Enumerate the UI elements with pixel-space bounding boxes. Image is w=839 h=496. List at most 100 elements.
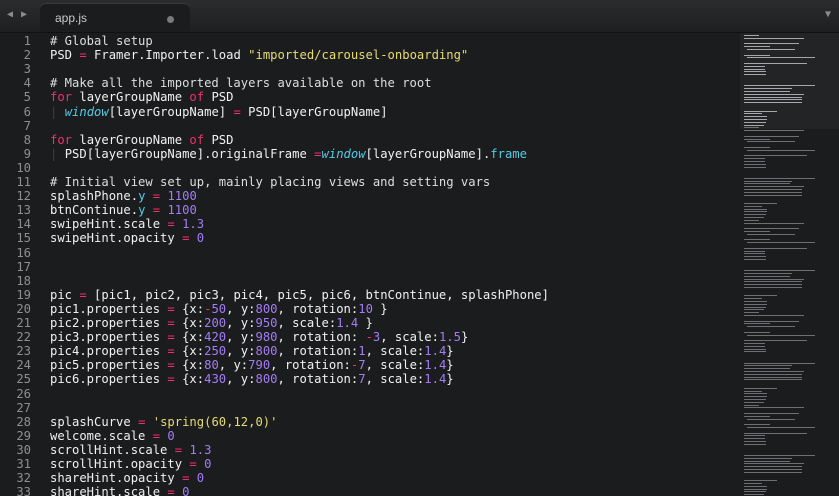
code-token: 800 (255, 301, 278, 316)
code-token: swipeHint.opacity (50, 231, 183, 246)
code-line[interactable]: 28 splashCurve = 'spring(60,12,0)' (0, 415, 738, 430)
tab-forward-icon[interactable]: ▶ (21, 9, 27, 20)
code-line[interactable]: 12 splashPhone.y = 1100 (0, 189, 738, 204)
code-token: scrollHint.opacity (50, 457, 190, 471)
code-text[interactable]: | PSD[layerGroupName].originalFrame =win… (50, 147, 527, 162)
code-line[interactable]: 30 scrollHint.scale = 1.3 (0, 443, 738, 458)
code-line[interactable]: 31 scrollHint.opacity = 0 (0, 457, 738, 472)
code-token: Framer.Importer.load (86, 48, 249, 63)
code-line[interactable]: 15 swipeHint.opacity = 0 (0, 231, 738, 246)
line-number: 28 (16, 414, 31, 429)
code-text[interactable]: # Make all the imported layers available… (50, 76, 432, 91)
code-text[interactable]: swipeHint.opacity = 0 (50, 231, 204, 246)
unsaved-dot-icon[interactable] (167, 16, 174, 23)
minimap-line (744, 116, 768, 118)
code-line[interactable]: 13 btnContinue.y = 1100 (0, 203, 738, 218)
line-number: 24 (16, 358, 31, 373)
tab-menu-icon[interactable]: ▼ (825, 9, 831, 20)
minimap-line (744, 99, 802, 101)
code-text[interactable]: swipeHint.scale = 1.3 (50, 217, 204, 232)
minimap-line (744, 270, 816, 272)
minimap-line (744, 457, 793, 459)
code-line[interactable]: 6 | window[layerGroupName] = PSD[layerGro… (0, 105, 738, 120)
minimap[interactable] (740, 33, 839, 496)
code-token: swipeHint.scale (50, 217, 168, 232)
code-line[interactable]: 7 (0, 119, 738, 134)
minimap-line (744, 488, 768, 490)
code-line[interactable]: 19 pic = [pic1, pic2, pic3, pic4, pic5, p… (0, 288, 738, 303)
code-text[interactable]: splashPhone.y = 1100 (50, 189, 197, 204)
code-text[interactable]: scrollHint.opacity = 0 (50, 457, 211, 472)
code-token: = (79, 48, 87, 63)
code-line[interactable]: 17 (0, 260, 738, 275)
code-line[interactable]: 23 pic4.properties = {x:250, y:800, rotat… (0, 344, 738, 359)
code-line[interactable]: 11 # Initial view set up, mainly placing … (0, 175, 738, 190)
code-line[interactable]: 3 (0, 62, 738, 77)
tab-app-js[interactable]: app.js (40, 4, 190, 32)
code-text[interactable]: pic1.properties = {x:-50, y:800, rotatio… (50, 302, 388, 317)
code-text[interactable]: | window[layerGroupName] = PSD[layerGrou… (50, 105, 388, 120)
code-text[interactable]: btnContinue.y = 1100 (50, 203, 197, 218)
code-token: frame (490, 146, 527, 161)
code-token: } (460, 330, 469, 345)
code-line[interactable]: 8 for layerGroupName of PSD (0, 133, 738, 148)
code-line[interactable]: 24 pic5.properties = {x:80, y:790, rotati… (0, 358, 738, 373)
code-line[interactable]: 1 # Global setup (0, 34, 738, 49)
code-line[interactable]: 18 (0, 274, 738, 289)
code-line[interactable]: 14 swipeHint.scale = 1.3 (0, 217, 738, 232)
line-number: 31 (16, 457, 31, 471)
minimap-viewport[interactable] (740, 33, 839, 129)
tab-back-icon[interactable]: ◀ (7, 9, 13, 20)
minimap-line (744, 348, 767, 350)
code-text[interactable]: for layerGroupName of PSD (50, 133, 233, 148)
code-text[interactable]: pic = [pic1, pic2, pic3, pic4, pic5, pic… (50, 288, 549, 303)
minimap-line (744, 205, 762, 207)
code-line[interactable]: 20 pic1.properties = {x:-50, y:800, rotat… (0, 302, 738, 317)
code-text[interactable]: pic5.properties = {x:80, y:790, rotation… (50, 358, 454, 373)
code-text[interactable]: shareHint.opacity = 0 (50, 471, 204, 486)
code-text[interactable]: pic6.properties = {x:430, y:800, rotatio… (50, 372, 454, 387)
code-token: , y: (226, 301, 256, 316)
code-text[interactable]: PSD = Framer.Importer.load "imported/car… (50, 48, 468, 63)
code-text[interactable]: # Global setup (50, 34, 153, 49)
code-text[interactable]: pic2.properties = {x:200, y:950, scale:1… (50, 316, 373, 331)
line-number: 25 (16, 372, 31, 387)
code-line[interactable]: 4 # Make all the imported layers availabl… (0, 76, 738, 91)
code-token: 0 (182, 485, 190, 496)
code-text[interactable]: pic3.properties = {x:420, y:980, rotatio… (50, 330, 468, 345)
code-line[interactable]: 2 PSD = Framer.Importer.load "imported/ca… (0, 48, 738, 63)
code-line[interactable]: 27 (0, 401, 738, 416)
code-line[interactable]: 5 for layerGroupName of PSD (0, 90, 738, 105)
code-text[interactable]: for layerGroupName of PSD (50, 90, 233, 105)
code-line[interactable]: 22 pic3.properties = {x:420, y:980, rotat… (0, 330, 738, 345)
code-text[interactable]: splashCurve = 'spring(60,12,0)' (50, 415, 278, 430)
code-token: 1.4 (336, 316, 359, 330)
code-token: } (446, 358, 454, 373)
code-token: 790 (248, 358, 271, 373)
code-text[interactable]: welcome.scale = 0 (50, 429, 175, 444)
code-token: , y: (226, 316, 256, 330)
code-token: 0 (196, 471, 205, 486)
code-text[interactable]: scrollHint.scale = 1.3 (50, 443, 211, 458)
code-line[interactable]: 26 (0, 387, 738, 402)
minimap-line (744, 469, 802, 470)
code-text[interactable]: # Initial view set up, mainly placing vi… (50, 175, 490, 190)
code-token: , y: (226, 372, 256, 387)
code-token: pic5.properties (50, 358, 168, 373)
code-text[interactable]: pic4.properties = {x:250, y:800, rotatio… (50, 344, 454, 359)
code-line[interactable]: 33 shareHint.scale = 0 (0, 485, 738, 496)
code-token: 7 (358, 358, 366, 373)
code-line[interactable]: 10 (0, 161, 738, 176)
code-text[interactable]: shareHint.scale = 0 (50, 485, 189, 496)
code-line[interactable]: 9 | PSD[layerGroupName].originalFrame =wi… (0, 147, 738, 162)
code-token: , y: (226, 330, 256, 345)
minimap-line (744, 96, 802, 98)
code-line[interactable]: 29 welcome.scale = 0 (0, 429, 738, 444)
code-line[interactable]: 25 pic6.properties = {x:430, y:800, rotat… (0, 372, 738, 387)
code-editor[interactable]: 1 # Global setup 2 PSD = Framer.Importer.lo… (0, 33, 738, 496)
code-line[interactable]: 16 (0, 246, 738, 261)
code-line[interactable]: 32 shareHint.opacity = 0 (0, 471, 738, 486)
code-line[interactable]: 21 pic2.properties = {x:200, y:950, scale… (0, 316, 738, 331)
minimap-line (744, 183, 791, 185)
